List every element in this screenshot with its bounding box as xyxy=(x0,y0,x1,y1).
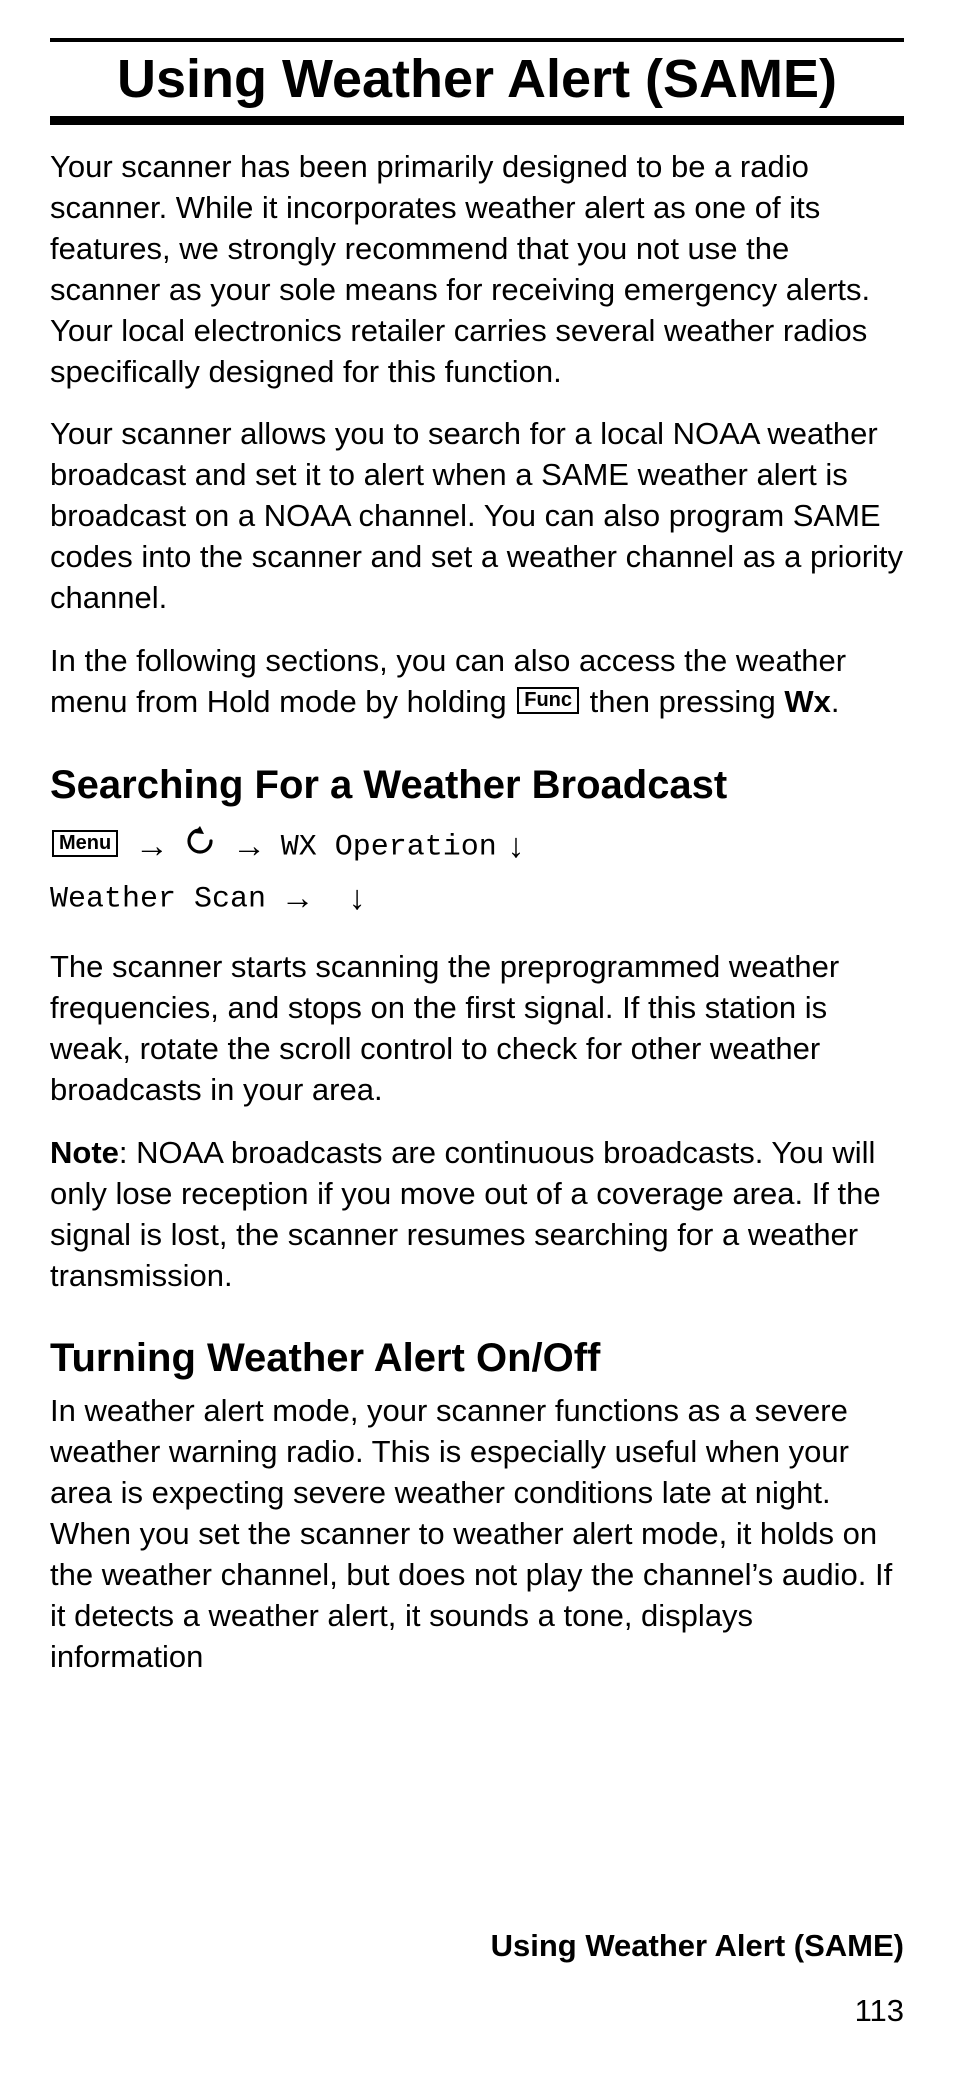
note-paragraph: Note: NOAA broadcasts are continuous bro… xyxy=(50,1133,904,1297)
menu-path: Menu → → WX Operation ↓ Weather Scan → ↓ xyxy=(50,820,904,925)
arrow-down-icon: ↓ xyxy=(507,820,524,873)
arrow-down-icon: ↓ xyxy=(349,872,366,925)
paragraph: In weather alert mode, your scanner func… xyxy=(50,1391,904,1677)
page-number: 113 xyxy=(855,1993,904,2029)
section-heading: Searching For a Weather Broadcast xyxy=(50,763,904,808)
paragraph: Your scanner has been primarily designed… xyxy=(50,147,904,392)
note-body: : NOAA broadcasts are continuous broadca… xyxy=(50,1135,881,1293)
paragraph: The scanner starts scanning the preprogr… xyxy=(50,947,904,1111)
chapter-title: Using Weather Alert (SAME) xyxy=(50,48,904,110)
rule-thick xyxy=(50,116,904,125)
bold-wx: Wx xyxy=(784,684,831,719)
section-heading: Turning Weather Alert On/Off xyxy=(50,1336,904,1381)
arrow-right-icon: → xyxy=(281,872,315,925)
running-footer-title: Using Weather Alert (SAME) xyxy=(491,1928,904,1964)
note-label: Note xyxy=(50,1135,119,1170)
document-page: Using Weather Alert (SAME) Your scanner … xyxy=(0,0,954,2084)
text-span: . xyxy=(831,684,840,719)
paragraph: In the following sections, you can also … xyxy=(50,641,904,723)
keycap-func: Func xyxy=(517,687,579,714)
rule-thin xyxy=(50,38,904,42)
arrow-right-icon: → xyxy=(232,820,266,873)
menu-item-weather-scan: Weather Scan xyxy=(50,883,266,917)
menu-item-wx-operation: WX Operation xyxy=(281,830,497,864)
paragraph: Your scanner allows you to search for a … xyxy=(50,414,904,619)
arrow-right-icon: → xyxy=(135,820,169,873)
keycap-menu: Menu xyxy=(52,830,118,857)
scroll-knob-icon xyxy=(185,822,215,870)
text-span: then pressing xyxy=(590,684,785,719)
